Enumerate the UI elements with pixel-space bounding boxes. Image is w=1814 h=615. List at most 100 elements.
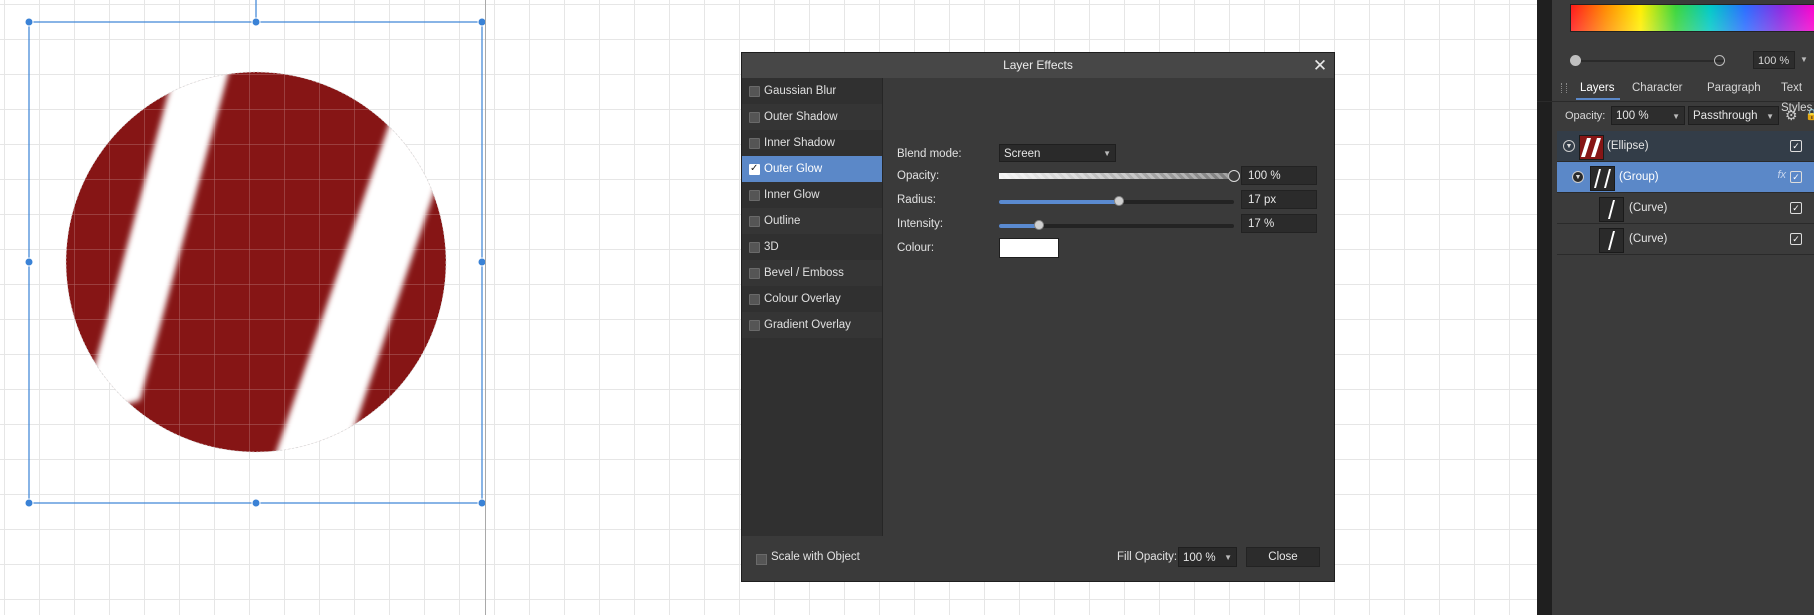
layer-name-curve[interactable]: (Curve) xyxy=(1629,224,1667,254)
radius-label: Radius: xyxy=(897,194,936,206)
blend-mode-panel-value: Passthrough xyxy=(1693,110,1758,122)
chevron-down-icon[interactable]: ▼ xyxy=(1797,51,1811,69)
effect-checkbox[interactable] xyxy=(749,294,760,305)
tab-paragraph[interactable]: Paragraph xyxy=(1707,78,1761,98)
effect-item-gradient-overlay[interactable]: Gradient Overlay xyxy=(742,312,882,338)
effect-checkbox[interactable] xyxy=(749,242,760,253)
opacity-label: Opacity: xyxy=(897,170,940,182)
divider xyxy=(1537,101,1814,102)
effect-checkbox[interactable] xyxy=(749,156,760,182)
layer-opacity-label: Opacity: xyxy=(1565,110,1606,122)
effect-item-3d[interactable]: 3D xyxy=(742,234,882,260)
resize-handle-tl xyxy=(24,17,34,27)
chevron-down-icon: ▼ xyxy=(1672,112,1680,121)
top-opacity-handle[interactable] xyxy=(1570,55,1581,66)
color-spectrum[interactable] xyxy=(1570,4,1814,32)
top-opacity-end-icon xyxy=(1714,55,1725,66)
top-opacity-slider[interactable] xyxy=(1570,55,1725,66)
close-button[interactable]: Close xyxy=(1246,547,1320,567)
layer-opacity-dropdown[interactable]: 100 % ▼ xyxy=(1611,106,1685,125)
radius-slider-handle[interactable] xyxy=(1114,196,1124,206)
opacity-slider-handle[interactable] xyxy=(1228,170,1240,182)
expand-icon[interactable]: ▼ xyxy=(1563,140,1575,152)
resize-handle-bl xyxy=(24,498,34,508)
effects-list: Gaussian Blur Outer Shadow Inner Shadow Out… xyxy=(742,78,883,536)
expand-icon[interactable]: ▼ xyxy=(1572,171,1584,183)
effect-checkbox[interactable] xyxy=(749,320,760,331)
effect-item-outer-glow[interactable]: Outer Glow xyxy=(742,156,882,182)
layer-row-curve-1[interactable]: (Curve) ✓ xyxy=(1557,193,1814,224)
scale-with-object-label: Scale with Object xyxy=(771,551,860,563)
visibility-checkbox[interactable]: ✓ xyxy=(1790,140,1802,152)
tab-layers[interactable]: Layers xyxy=(1580,78,1615,98)
effect-label: 3D xyxy=(764,241,779,253)
chevron-down-icon: ▼ xyxy=(1766,112,1774,121)
ellipse-thumbnail xyxy=(1579,135,1604,160)
effect-label: Inner Glow xyxy=(764,189,820,201)
gear-icon[interactable]: ⚙ xyxy=(1785,106,1801,124)
fill-opacity-value: 100 % xyxy=(1183,552,1216,564)
layer-opacity-value: 100 % xyxy=(1616,110,1649,122)
layer-name-ellipse[interactable]: (Ellipse) xyxy=(1607,131,1649,161)
curve-thumbnail xyxy=(1599,197,1624,222)
effect-item-inner-shadow[interactable]: Inner Shadow xyxy=(742,130,882,156)
right-panel: 100 % ▼ Layers Character Paragraph Text … xyxy=(1537,0,1814,615)
fill-opacity-dropdown[interactable]: 100 % ▼ xyxy=(1178,547,1237,567)
fx-icon[interactable]: fx xyxy=(1777,169,1786,181)
effect-checkbox[interactable] xyxy=(749,112,760,123)
blend-mode-dropdown[interactable]: Screen ▼ xyxy=(999,144,1116,162)
intensity-field[interactable]: 17 % xyxy=(1241,214,1317,233)
grip-icon[interactable] xyxy=(1561,83,1567,93)
guide-line xyxy=(485,0,486,615)
close-icon[interactable]: ✕ xyxy=(1310,53,1330,78)
colour-swatch[interactable] xyxy=(999,238,1059,258)
visibility-checkbox[interactable]: ✓ xyxy=(1790,171,1802,183)
effect-item-outer-shadow[interactable]: Outer Shadow xyxy=(742,104,882,130)
layer-row-group[interactable]: ▼ (Group) fx ✓ xyxy=(1557,162,1814,193)
effect-item-outline[interactable]: Outline xyxy=(742,208,882,234)
layer-row-curve-2[interactable]: (Curve) ✓ xyxy=(1557,224,1814,255)
effect-item-inner-glow[interactable]: Inner Glow xyxy=(742,182,882,208)
effect-checkbox[interactable] xyxy=(749,190,760,201)
effect-checkbox[interactable] xyxy=(749,216,760,227)
layer-name-group[interactable]: (Group) xyxy=(1619,162,1659,192)
blend-mode-dropdown-panel[interactable]: Passthrough ▼ xyxy=(1688,106,1779,125)
tab-text-styles[interactable]: Text Styles xyxy=(1781,78,1814,114)
effect-label: Outer Glow xyxy=(764,163,823,175)
effect-checkbox[interactable] xyxy=(749,138,760,149)
effect-label: Outline xyxy=(764,215,801,227)
ellipse-layer[interactable] xyxy=(66,60,462,470)
radius-slider-fill xyxy=(999,200,1119,204)
intensity-slider-handle[interactable] xyxy=(1034,220,1044,230)
opacity-field[interactable]: 100 % xyxy=(1241,166,1317,185)
radius-slider[interactable] xyxy=(999,196,1234,206)
effect-item-colour-overlay[interactable]: Colour Overlay xyxy=(742,286,882,312)
fill-opacity-label: Fill Opacity: xyxy=(1117,551,1178,563)
intensity-slider-fill xyxy=(999,224,1039,228)
visibility-checkbox[interactable]: ✓ xyxy=(1790,233,1802,245)
intensity-slider[interactable] xyxy=(999,220,1234,230)
artwork[interactable] xyxy=(0,0,740,615)
intensity-label: Intensity: xyxy=(897,218,944,230)
opacity-slider[interactable] xyxy=(999,170,1240,182)
effect-item-gaussian-blur[interactable]: Gaussian Blur xyxy=(742,78,882,104)
effect-label: Outer Shadow xyxy=(764,111,838,123)
effect-label: Gaussian Blur xyxy=(764,85,837,97)
resize-handle-b xyxy=(251,498,261,508)
effect-checkbox[interactable] xyxy=(749,268,760,279)
radius-field[interactable]: 17 px xyxy=(1241,190,1317,209)
layer-name-curve[interactable]: (Curve) xyxy=(1629,193,1667,223)
tab-character[interactable]: Character xyxy=(1632,78,1683,98)
chevron-down-icon: ▼ xyxy=(1224,553,1232,562)
effect-checkbox[interactable] xyxy=(749,86,760,97)
effect-label: Gradient Overlay xyxy=(764,319,851,331)
layer-row-ellipse[interactable]: ▼ (Ellipse) ✓ xyxy=(1557,131,1814,162)
scale-with-object-checkbox[interactable] xyxy=(756,554,767,565)
group-thumbnail xyxy=(1590,166,1615,191)
effect-item-bevel-emboss[interactable]: Bevel / Emboss xyxy=(742,260,882,286)
visibility-checkbox[interactable]: ✓ xyxy=(1790,202,1802,214)
resize-handle-l xyxy=(24,257,34,267)
lock-icon[interactable]: 🔒 xyxy=(1805,108,1814,122)
layer-effects-dialog: Layer Effects ✕ Gaussian Blur Outer Shado… xyxy=(741,52,1335,582)
top-opacity-field[interactable]: 100 % xyxy=(1753,51,1795,69)
